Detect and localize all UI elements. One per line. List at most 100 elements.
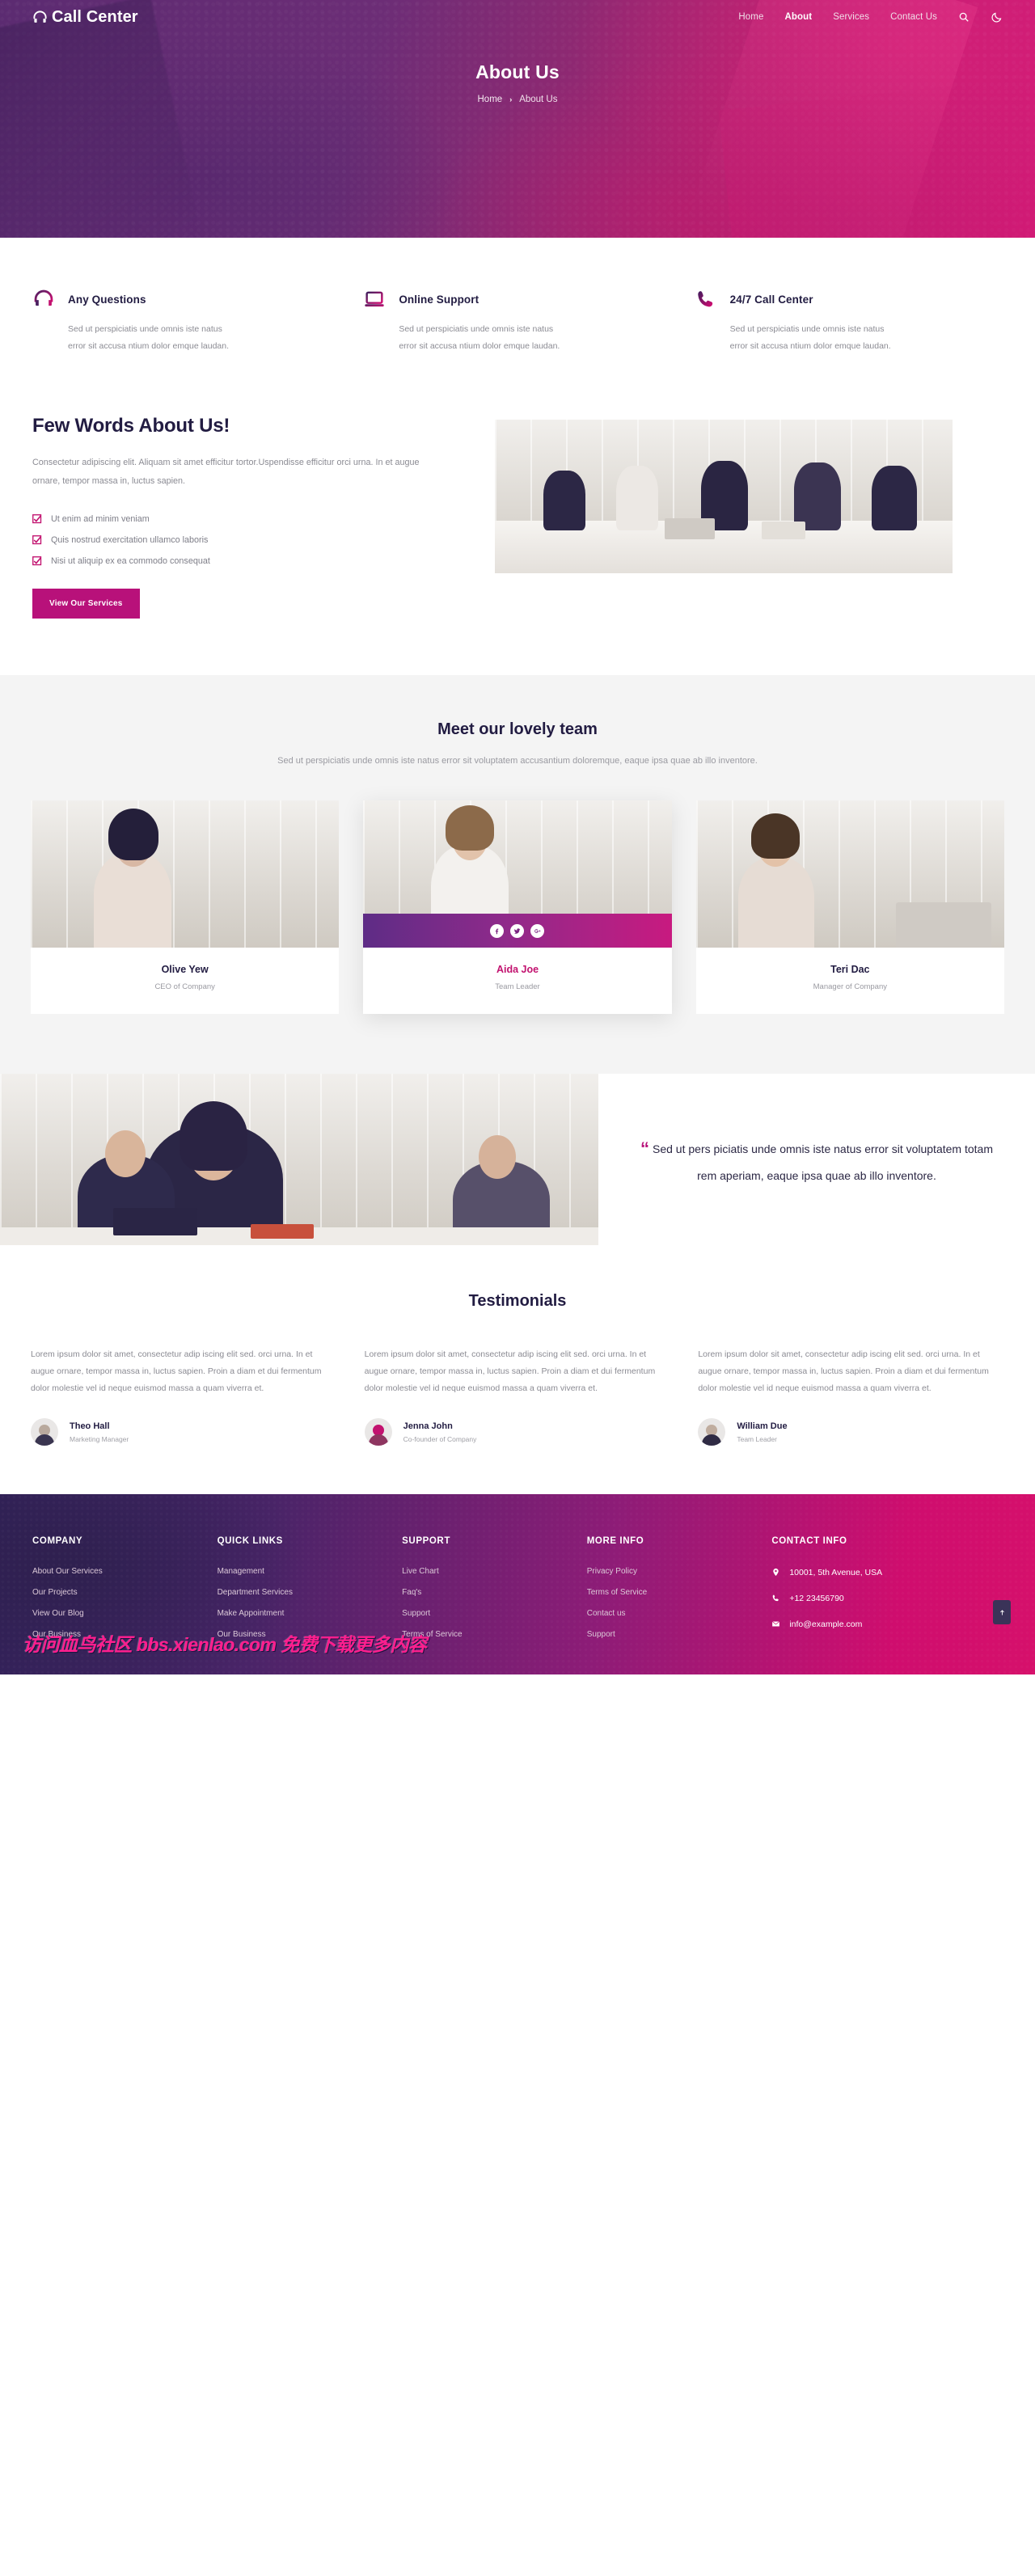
feature-online-support: Online Support Sed ut perspiciatis unde … <box>352 288 682 355</box>
quote-block: “Sed ut pers piciatis unde omnis iste na… <box>632 1133 1001 1187</box>
footer-link[interactable]: Management <box>218 1567 403 1576</box>
footer-link[interactable]: Support <box>402 1609 587 1618</box>
check-label: Quis nostrud exercitation ullamco labori… <box>51 535 209 546</box>
phone-icon <box>695 288 717 310</box>
avatar <box>31 1418 58 1446</box>
about-image-column <box>495 415 1014 573</box>
about-paragraph: Consectetur adipiscing elit. Aliquam sit… <box>32 458 420 486</box>
check-box-icon <box>32 514 42 524</box>
about-text-column: Few Words About Us! Consectetur adipisci… <box>21 415 474 619</box>
team-card-aida-joe[interactable]: Aida Joe Team Leader <box>363 800 672 1015</box>
footer-link[interactable]: Make Appointment <box>218 1609 403 1618</box>
quote-section: “Sed ut pers piciatis unde omnis iste na… <box>0 1074 1035 1246</box>
about-heading: Few Words About Us! <box>32 415 230 437</box>
headset-icon <box>32 288 55 310</box>
footer-link[interactable]: Faq's <box>402 1588 587 1597</box>
footer-column-title: QUICK LINKS <box>217 1536 283 1547</box>
search-icon[interactable] <box>958 11 970 23</box>
features-section: Any Questions Sed ut perspiciatis unde o… <box>0 238 1035 355</box>
footer-link[interactable]: Contact us <box>587 1609 772 1618</box>
testimonial-role: Marketing Manager <box>70 1434 129 1443</box>
top-navigation-bar: Call Center Home About Services Contact … <box>0 0 1035 34</box>
footer-link-list: Live Chart Faq's Support Terms of Servic… <box>402 1567 587 1639</box>
brand-logo[interactable]: Call Center <box>32 8 138 27</box>
testimonials-heading: Testimonials <box>468 1292 567 1311</box>
footer-link[interactable]: Department Services <box>218 1588 403 1597</box>
view-our-services-button[interactable]: View Our Services <box>32 589 140 619</box>
nav-item-services[interactable]: Services <box>833 12 869 22</box>
envelope-icon <box>772 1621 780 1627</box>
breadcrumb-home[interactable]: Home <box>478 95 503 104</box>
footer-column-company: COMPANY About Our Services Our Projects … <box>32 1536 218 1639</box>
avatar <box>698 1418 726 1446</box>
testimonial-text: Lorem ipsum dolor sit amet, consectetur … <box>31 1349 322 1394</box>
check-box-icon <box>32 535 42 545</box>
team-card-body: Aida Joe Team Leader <box>363 948 671 1014</box>
check-box-icon <box>32 556 42 566</box>
back-to-top-button[interactable] <box>993 1600 1011 1625</box>
footer-link[interactable]: Live Chart <box>402 1567 587 1576</box>
testimonial-theo-hall: Lorem ipsum dolor sit amet, consectetur … <box>31 1346 337 1446</box>
team-card-teri-dac[interactable]: Teri Dac Manager of Company <box>695 800 1004 1015</box>
about-section: Few Words About Us! Consectetur adipisci… <box>0 355 1035 619</box>
facebook-icon[interactable] <box>490 923 505 938</box>
main-nav: Home About Services Contact Us <box>738 11 1003 23</box>
team-member-name: Aida Joe <box>496 964 539 976</box>
list-item: Nisi ut aliquip ex ea commodo consequat <box>32 556 463 566</box>
site-footer: COMPANY About Our Services Our Projects … <box>0 1494 1035 1675</box>
contact-phone: +12 23456790 <box>789 1593 844 1603</box>
footer-link[interactable]: View Our Blog <box>32 1609 218 1618</box>
testimonial-name: William Due <box>737 1421 788 1431</box>
page-title: About Us <box>475 61 560 82</box>
nav-item-about[interactable]: About <box>784 12 812 22</box>
footer-link[interactable]: Our Projects <box>32 1588 218 1597</box>
footer-column-title: MORE INFO <box>586 1536 644 1547</box>
footer-column-title: COMPANY <box>32 1536 83 1547</box>
footer-link[interactable]: Support <box>587 1630 772 1639</box>
testimonial-author: Theo Hall Marketing Manager <box>31 1418 337 1446</box>
team-grid: Olive Yew CEO of Company Aida Joe Team L… <box>21 800 1014 1015</box>
feature-title: 24/7 Call Center <box>729 293 813 306</box>
list-item: Quis nostrud exercitation ullamco labori… <box>32 535 463 545</box>
team-member-role: Team Leader <box>495 982 540 992</box>
google-plus-icon[interactable] <box>530 923 545 938</box>
footer-link-list: Privacy Policy Terms of Service Contact … <box>587 1567 772 1639</box>
nav-item-home[interactable]: Home <box>738 12 763 22</box>
feature-24-7-call-center: 24/7 Call Center Sed ut perspiciatis und… <box>683 288 1014 355</box>
moon-icon[interactable] <box>991 11 1003 23</box>
feature-title: Any Questions <box>68 293 146 306</box>
feature-title: Online Support <box>399 293 479 306</box>
footer-column-more-info: MORE INFO Privacy Policy Terms of Servic… <box>587 1536 772 1639</box>
footer-column-contact-info: CONTACT INFO 10001, 5th Avenue, USA +12 … <box>771 1536 1003 1639</box>
check-label: Nisi ut aliquip ex ea commodo consequat <box>51 556 210 567</box>
headset-icon <box>32 10 48 25</box>
quote-mark-icon: “ <box>640 1138 649 1159</box>
hero-banner: Call Center Home About Services Contact … <box>0 0 1035 238</box>
feature-text: Sed ut perspiciatis unde omnis iste natu… <box>68 324 230 351</box>
feature-text: Sed ut perspiciatis unde omnis iste natu… <box>399 324 560 351</box>
team-heading: Meet our lovely team <box>437 720 598 739</box>
team-subheading: Sed ut perspiciatis unde omnis iste natu… <box>277 756 758 766</box>
footer-link[interactable]: About Our Services <box>32 1567 218 1576</box>
laptop-icon <box>363 288 386 310</box>
team-card-olive-yew[interactable]: Olive Yew CEO of Company <box>31 800 340 1015</box>
footer-column-title: SUPPORT <box>402 1536 450 1547</box>
about-image <box>495 420 953 573</box>
footer-columns: COMPANY About Our Services Our Projects … <box>32 1536 1003 1639</box>
page-root: Call Center Home About Services Contact … <box>0 0 1035 1675</box>
footer-link[interactable]: Terms of Service <box>587 1588 772 1597</box>
team-member-role: CEO of Company <box>154 982 215 992</box>
footer-link[interactable]: Privacy Policy <box>587 1567 772 1576</box>
team-member-photo <box>695 800 1004 948</box>
nav-item-contact-us[interactable]: Contact Us <box>890 12 937 22</box>
team-member-name: Teri Dac <box>830 964 870 976</box>
team-member-name: Olive Yew <box>161 964 209 976</box>
contact-email-row: info@example.com <box>771 1619 1003 1629</box>
testimonial-jenna-john: Lorem ipsum dolor sit amet, consectetur … <box>364 1346 671 1446</box>
quote-text: Sed ut pers piciatis unde omnis iste nat… <box>653 1142 993 1182</box>
quote-text-area: “Sed ut pers piciatis unde omnis iste na… <box>598 1074 1035 1246</box>
feature-any-questions: Any Questions Sed ut perspiciatis unde o… <box>21 288 352 355</box>
twitter-icon[interactable] <box>510 923 525 938</box>
check-label: Ut enim ad minim veniam <box>51 514 150 525</box>
footer-link[interactable]: Terms of Service <box>402 1630 587 1639</box>
